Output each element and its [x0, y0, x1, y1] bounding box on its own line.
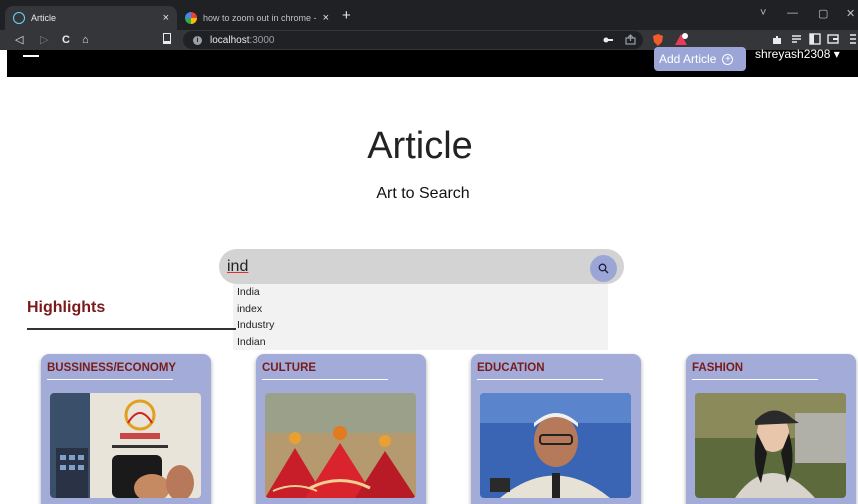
category-card-culture[interactable]: CULTURE: [256, 354, 426, 504]
category-title: BUSSINESS/ECONOMY: [47, 362, 177, 374]
category-image: [695, 393, 846, 498]
search-bar: [219, 249, 624, 284]
tab-search-icon[interactable]: ˅: [760, 7, 766, 19]
category-image: [480, 393, 631, 498]
hamburger-menu-icon[interactable]: [23, 55, 39, 57]
home-icon[interactable]: ⌂: [82, 32, 89, 48]
plus-circle-icon: +: [722, 53, 734, 65]
share-icon[interactable]: [625, 34, 636, 45]
maximize-icon[interactable]: ▢: [818, 7, 828, 20]
reload-icon[interactable]: C: [62, 32, 70, 48]
back-icon[interactable]: ◁: [15, 32, 23, 48]
suggestion-item[interactable]: India: [233, 284, 608, 301]
app-navbar: Add Article + shreyash2308 ▾: [7, 47, 858, 77]
tab-article[interactable]: Article ×: [5, 6, 177, 30]
suggestion-item[interactable]: Indian: [233, 334, 608, 351]
new-tab-button[interactable]: +: [342, 7, 351, 25]
key-icon[interactable]: [603, 35, 613, 45]
search-input[interactable]: [227, 257, 567, 276]
category-underline: [477, 379, 603, 380]
minimize-icon[interactable]: —: [787, 7, 798, 19]
address-bar[interactable]: i localhost :3000: [183, 31, 643, 49]
extension-badge-icon[interactable]: [673, 32, 689, 47]
suggestion-item[interactable]: Industry: [233, 317, 608, 334]
search-button[interactable]: [590, 255, 617, 282]
tab-title: how to zoom out in chrome - Google: [203, 13, 319, 23]
category-title: FASHION: [692, 362, 744, 374]
close-window-icon[interactable]: ✕: [846, 7, 855, 20]
site-info-icon[interactable]: i: [193, 35, 202, 45]
category-underline: [692, 379, 818, 380]
close-tab-icon[interactable]: ×: [163, 12, 169, 24]
search-icon: [598, 263, 609, 274]
category-image: [265, 393, 416, 498]
close-tab-icon[interactable]: ×: [323, 12, 329, 24]
side-panel-icon[interactable]: [809, 33, 821, 45]
add-article-button[interactable]: Add Article +: [654, 47, 746, 71]
highlights-heading: Highlights: [27, 299, 106, 316]
page-subtitle: Art to Search: [376, 185, 470, 202]
tab-google-search[interactable]: how to zoom out in chrome - Google ×: [177, 6, 337, 30]
forward-icon[interactable]: ▷: [40, 32, 48, 48]
address-host: localhost: [210, 34, 250, 46]
suggestion-item[interactable]: index: [233, 301, 608, 318]
google-icon: [185, 12, 197, 24]
menu-icon[interactable]: [849, 33, 857, 45]
user-menu[interactable]: shreyash2308 ▾: [755, 47, 840, 61]
aadhaar-fingerprint-photo: [50, 393, 201, 498]
screen: Article × how to zoom out in chrome - Go…: [0, 0, 858, 504]
address-port: :3000: [249, 34, 275, 46]
add-article-label: Add Article: [659, 52, 717, 66]
bookmark-icon[interactable]: [163, 33, 171, 44]
category-card-business[interactable]: BUSSINESS/ECONOMY: [41, 354, 211, 504]
suggestion-list: India index Industry Indian: [233, 284, 608, 350]
wallet-icon[interactable]: [827, 33, 839, 45]
woman-cap-street-photo: [695, 393, 846, 498]
folk-dancers-photo: [265, 393, 416, 498]
category-card-fashion[interactable]: FASHION: [686, 354, 856, 504]
category-title: CULTURE: [262, 362, 317, 374]
highlights-underline: [27, 328, 236, 330]
category-underline: [47, 379, 173, 380]
category-title: EDUCATION: [477, 362, 545, 374]
category-underline: [262, 379, 388, 380]
tab-strip: Article × how to zoom out in chrome - Go…: [0, 0, 858, 30]
extensions-puzzle-icon[interactable]: [771, 34, 782, 45]
reading-list-icon[interactable]: [791, 34, 803, 45]
react-icon: [13, 12, 25, 24]
tab-title: Article: [31, 13, 57, 23]
page-title: Article: [367, 125, 473, 167]
brave-shield-icon[interactable]: [651, 33, 665, 47]
category-image: [50, 393, 201, 498]
category-card-education[interactable]: EDUCATION: [471, 354, 641, 504]
speaker-portrait-photo: [480, 393, 631, 498]
